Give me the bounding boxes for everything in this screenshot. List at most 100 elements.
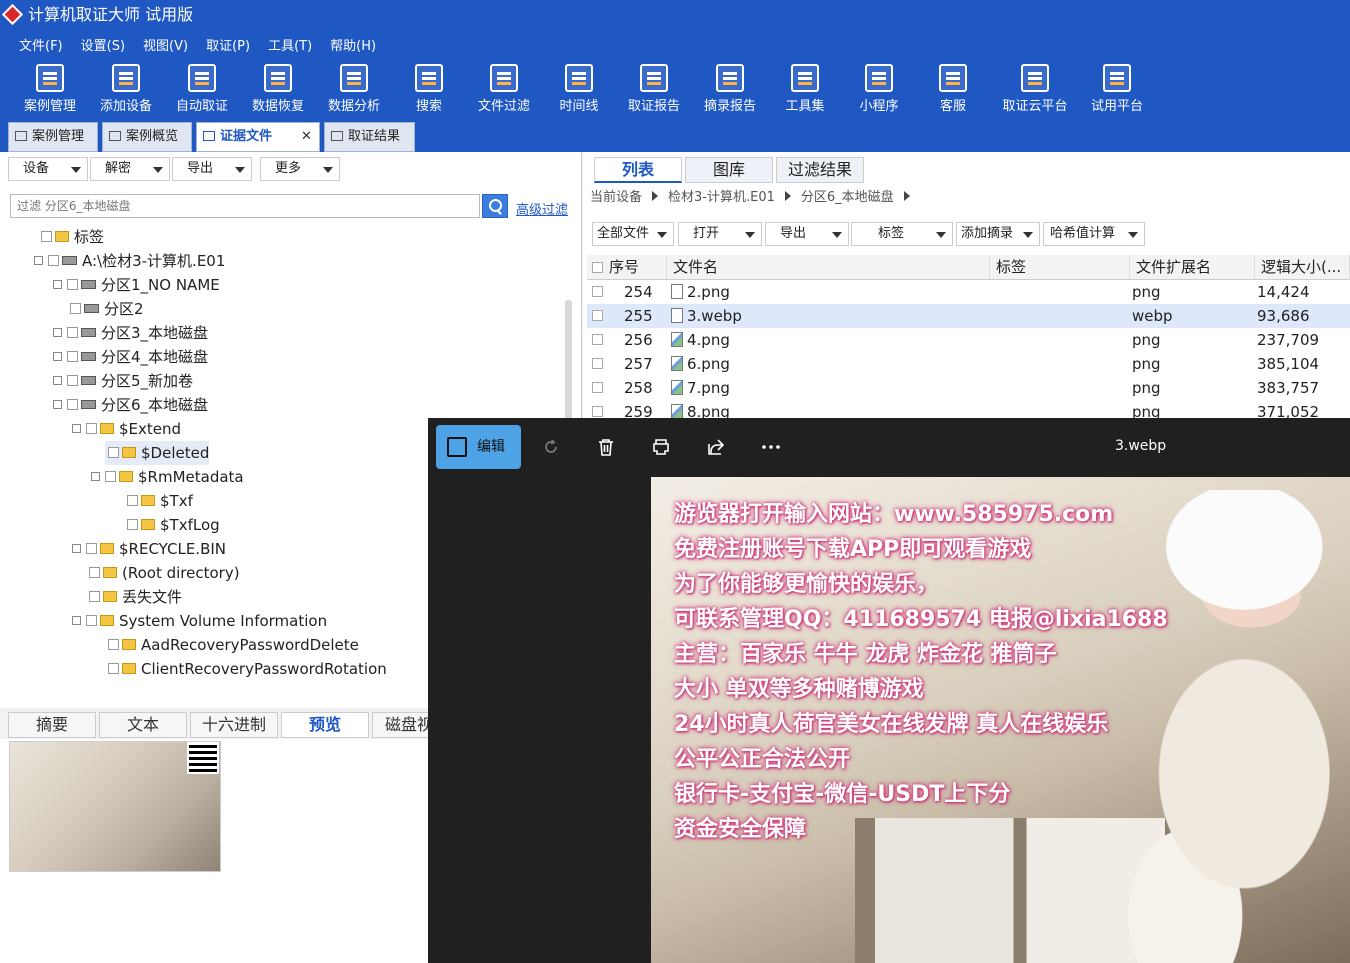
tree-filter-input[interactable]: 过滤 分区6_本地磁盘 [10, 194, 480, 218]
tree-item-root-directory[interactable]: (Root directory) [86, 561, 240, 585]
checkbox[interactable] [89, 567, 100, 578]
checkbox[interactable] [127, 495, 138, 506]
tree-item-rmmetadata[interactable]: $RmMetadata [91, 465, 244, 489]
hash-dropdown[interactable]: 哈希值计算 [1043, 222, 1145, 246]
expand-icon[interactable] [53, 280, 62, 289]
checkbox[interactable] [89, 591, 100, 602]
breadcrumb-image[interactable]: 检材3-计算机.E01 [668, 190, 775, 205]
ribbon-data-analysis[interactable]: 数据分析 [316, 58, 392, 120]
column-header-filename[interactable]: 文件名 [667, 255, 990, 280]
checkbox[interactable] [86, 615, 97, 626]
tab-list[interactable]: 列表 [594, 157, 682, 183]
ribbon-toolset[interactable]: 工具集 [767, 58, 843, 120]
checkbox[interactable] [105, 471, 116, 482]
open-dropdown[interactable]: 打开 [678, 222, 762, 246]
column-header-size[interactable]: 逻辑大小(... [1255, 255, 1350, 280]
row-checkbox[interactable] [592, 382, 603, 393]
collapse-icon[interactable] [72, 424, 81, 433]
tree-item-partition2[interactable]: 分区2 [67, 297, 144, 321]
tree-item-lost-files[interactable]: 丢失文件 [86, 585, 182, 609]
table-row[interactable]: 257 6.png png 385,104 [587, 352, 1350, 376]
checkbox[interactable] [67, 279, 78, 290]
tab-case-management[interactable]: 案例管理 [8, 122, 98, 152]
ribbon-file-filter[interactable]: 文件过滤 [466, 58, 542, 120]
export-files-dropdown[interactable]: 导出 [765, 222, 849, 246]
expand-icon[interactable] [53, 328, 62, 337]
tree-item-extend[interactable]: $Extend [72, 417, 181, 441]
select-all-checkbox[interactable] [592, 262, 603, 273]
row-checkbox[interactable] [592, 358, 603, 369]
breadcrumb-partition[interactable]: 分区6_本地磁盘 [801, 190, 894, 205]
tag-dropdown[interactable]: 标签 [851, 222, 953, 246]
tab-preview[interactable]: 预览 [281, 712, 369, 738]
tree-item-client-recovery[interactable]: ClientRecoveryPasswordRotation [105, 657, 387, 681]
tree-item-label-node[interactable]: 标签 [38, 225, 104, 249]
tree-item-partition3[interactable]: 分区3_本地磁盘 [53, 321, 208, 345]
row-checkbox[interactable] [592, 406, 603, 417]
ribbon-add-device[interactable]: 添加设备 [88, 58, 164, 120]
delete-icon[interactable] [596, 437, 616, 457]
tab-text[interactable]: 文本 [99, 712, 187, 738]
table-row[interactable]: 254 2.png png 14,424 [587, 280, 1350, 304]
tab-hex[interactable]: 十六进制 [190, 712, 278, 738]
collapse-icon[interactable] [53, 400, 62, 409]
tab-forensic-results[interactable]: 取证结果 [324, 122, 415, 152]
ribbon-case-management[interactable]: 案例管理 [12, 58, 88, 120]
rotate-icon[interactable] [541, 437, 561, 457]
ribbon-trial-platform[interactable]: 试用平台 [1079, 58, 1155, 120]
ribbon-cloud-platform[interactable]: 取证云平台 [996, 58, 1074, 120]
collapse-icon[interactable] [91, 472, 100, 481]
tab-summary[interactable]: 摘要 [8, 712, 96, 738]
expand-icon[interactable] [53, 352, 62, 361]
tab-evidence-files[interactable]: 证据文件 ✕ [196, 122, 320, 152]
table-row[interactable]: 259 8.png png 371,052 [587, 400, 1350, 418]
ribbon-customer-service[interactable]: 客服 [915, 58, 991, 120]
tree-item-system-volume-info[interactable]: System Volume Information [72, 609, 327, 633]
ribbon-mini-program[interactable]: 小程序 [841, 58, 917, 120]
checkbox[interactable] [67, 351, 78, 362]
tab-case-overview[interactable]: 案例概览 [102, 122, 192, 152]
more-dropdown[interactable]: 更多 [260, 157, 340, 181]
export-dropdown[interactable]: 导出 [172, 157, 252, 181]
checkbox[interactable] [70, 303, 81, 314]
menu-forensics[interactable]: 取证(P) [197, 35, 259, 54]
collapse-icon[interactable] [72, 616, 81, 625]
ribbon-excerpt-report[interactable]: 摘录报告 [692, 58, 768, 120]
more-icon[interactable] [761, 437, 781, 457]
tree-item-partition1[interactable]: 分区1_NO NAME [53, 273, 220, 297]
menu-file[interactable]: 文件(F) [10, 35, 72, 54]
menu-tools[interactable]: 工具(T) [259, 35, 321, 54]
menu-help[interactable]: 帮助(H) [321, 35, 385, 54]
decrypt-dropdown[interactable]: 解密 [90, 157, 170, 181]
print-icon[interactable] [651, 437, 671, 457]
tree-item-partition5[interactable]: 分区5_新加卷 [53, 369, 193, 393]
checkbox[interactable] [108, 639, 119, 650]
column-header-tag[interactable]: 标签 [990, 255, 1130, 280]
ribbon-auto-forensics[interactable]: 自动取证 [164, 58, 240, 120]
row-checkbox[interactable] [592, 310, 603, 321]
ribbon-data-recovery[interactable]: 数据恢复 [240, 58, 316, 120]
tree-item-txf[interactable]: $Txf [124, 489, 193, 513]
ribbon-forensic-report[interactable]: 取证报告 [616, 58, 692, 120]
checkbox[interactable] [67, 399, 78, 410]
checkbox[interactable] [67, 327, 78, 338]
checkbox[interactable] [67, 375, 78, 386]
checkbox[interactable] [41, 231, 52, 242]
row-checkbox[interactable] [592, 334, 603, 345]
tree-item-recycle-bin[interactable]: $RECYCLE.BIN [72, 537, 226, 561]
checkbox[interactable] [108, 663, 119, 674]
breadcrumb-current-device[interactable]: 当前设备 [590, 190, 642, 205]
table-row[interactable]: 258 7.png png 383,757 [587, 376, 1350, 400]
checkbox[interactable] [86, 423, 97, 434]
all-files-dropdown[interactable]: 全部文件 [592, 222, 674, 246]
tree-item-partition4[interactable]: 分区4_本地磁盘 [53, 345, 208, 369]
close-icon[interactable]: ✕ [301, 123, 312, 151]
tab-filter-results[interactable]: 过滤结果 [776, 157, 864, 183]
search-icon[interactable] [482, 194, 508, 218]
advanced-filter-link[interactable]: 高级过滤 [516, 199, 568, 218]
tab-gallery[interactable]: 图库 [685, 157, 773, 183]
checkbox[interactable] [127, 519, 138, 530]
table-row[interactable]: 256 4.png png 237,709 [587, 328, 1350, 352]
menu-settings[interactable]: 设置(S) [72, 35, 134, 54]
tree-item-image[interactable]: A:\检材3-计算机.E01 [34, 249, 225, 273]
